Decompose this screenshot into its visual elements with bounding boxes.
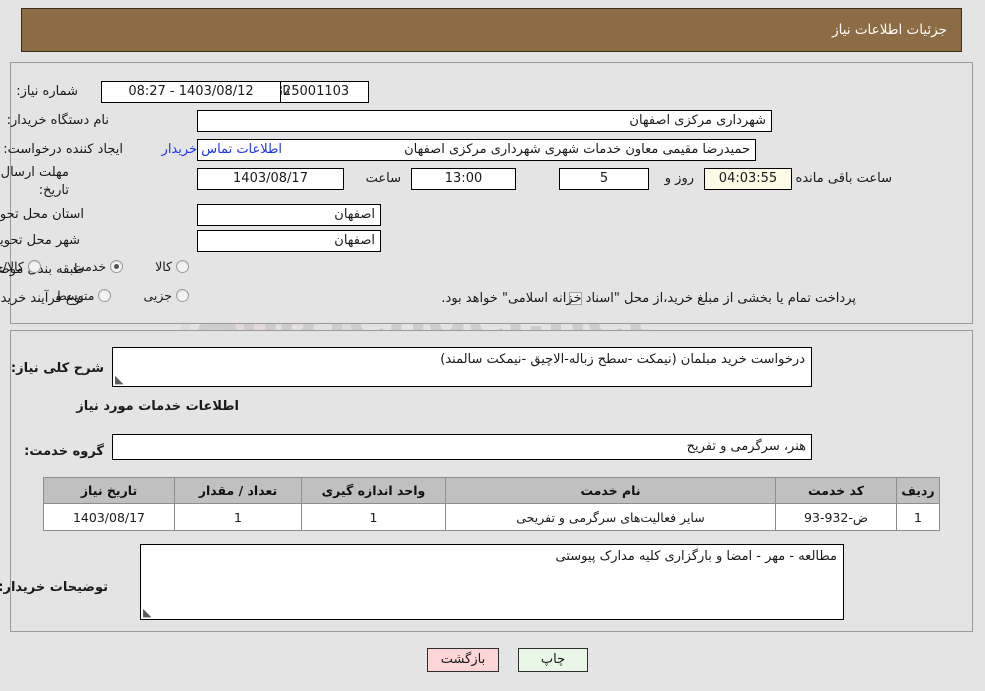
general-desc-value: درخواست خرید مبلمان (نیمکت -سطح زباله-ال… — [441, 352, 806, 367]
need-number-label: شماره نیاز: — [17, 84, 79, 99]
col-service-code: کد خدمت — [776, 477, 898, 504]
province-label: استان محل تحویل: — [0, 207, 85, 222]
cell-unit: 1 — [302, 503, 447, 531]
hour-label: ساعت — [366, 171, 402, 186]
radio-unselected-icon — [28, 260, 42, 273]
process-type-radio-group[interactable]: جزیی متوسط — [30, 288, 190, 303]
general-desc-textarea[interactable]: درخواست خرید مبلمان (نیمکت -سطح زباله-ال… — [113, 347, 813, 387]
category-radio-khedmat[interactable]: خدمت — [74, 259, 125, 274]
city-value: اصفهان — [198, 230, 382, 252]
province-value: اصفهان — [198, 204, 382, 226]
buyer-notes-textarea[interactable]: مطالعه - مهر - امضا و بارگزاری کلیه مدار… — [141, 544, 845, 620]
resize-grip-icon[interactable]: ◢ — [116, 373, 126, 386]
radio-selected-icon — [111, 260, 125, 273]
cell-need-date: 1403/08/17 — [44, 503, 176, 531]
col-service-name: نام خدمت — [446, 477, 777, 504]
public-announce-value: 1403/08/12 - 08:27 — [102, 81, 282, 103]
countdown-suffix-label: ساعت باقی مانده — [796, 171, 893, 186]
radio-unselected-icon — [99, 289, 113, 302]
deadline-label-line1: مهلت ارسال پاسخ: تا — [0, 165, 70, 180]
buyer-contact-link[interactable]: اطلاعات تماس خریدار — [163, 142, 283, 157]
days-suffix-label: روز و — [665, 171, 695, 186]
process-radio-jozei[interactable]: جزیی — [144, 288, 190, 303]
cell-quantity: 1 — [175, 503, 303, 531]
buyer-notes-label: توضیحات خریدار: — [0, 580, 109, 595]
deadline-date-value: 1403/08/17 — [198, 168, 345, 190]
col-unit: واحد اندازه گیری — [302, 477, 447, 504]
cell-radif: 1 — [897, 503, 941, 531]
process-radio-motevaset[interactable]: متوسط — [56, 288, 113, 303]
category-radio-kala[interactable]: کالا — [156, 259, 190, 274]
col-radif: ردیف — [897, 477, 941, 504]
city-label: شهر محل تحویل: — [0, 233, 81, 248]
service-group-label: گروه خدمت: — [25, 444, 105, 459]
back-button[interactable]: بازگشت — [428, 648, 500, 672]
cell-service-code: ض-932-93 — [776, 503, 898, 531]
services-section-title: اطلاعات خدمات مورد نیاز — [77, 399, 240, 414]
deadline-label-line2: تاریخ: — [39, 183, 70, 198]
days-remaining-value: 5 — [560, 168, 650, 190]
service-group-value: هنر، سرگرمی و تفریح — [113, 434, 813, 460]
hour-value: 13:00 — [412, 168, 517, 190]
page-header: جزئیات اطلاعات نیاز — [22, 8, 963, 52]
general-desc-label: شرح کلی نیاز: — [11, 361, 105, 376]
print-button[interactable]: چاپ — [519, 648, 589, 672]
col-quantity: تعداد / مقدار — [175, 477, 303, 504]
col-need-date: تاریخ نیاز — [44, 477, 176, 504]
category-radio-group[interactable]: کالا خدمت کالا/خدمت — [0, 259, 190, 274]
resize-grip-icon[interactable]: ◢ — [144, 606, 154, 619]
category-radio-kala-khedmat[interactable]: کالا/خدمت — [0, 259, 42, 274]
services-table: ردیف کد خدمت نام خدمت واحد اندازه گیری ت… — [44, 477, 941, 531]
treasury-docs-note: پرداخت تمام یا بخشی از مبلغ خرید،از محل … — [442, 291, 857, 306]
cell-service-name: سایر فعالیت‌های سرگرمی و تفریحی — [446, 503, 777, 531]
radio-unselected-icon — [177, 289, 190, 302]
countdown-value: 04:03:55 — [705, 168, 793, 190]
request-creator-label: ایجاد کننده درخواست: — [4, 142, 124, 157]
table-row: 1 ض-932-93 سایر فعالیت‌های سرگرمی و تفری… — [44, 503, 941, 531]
buyer-notes-value: مطالعه - مهر - امضا و بارگزاری کلیه مدار… — [556, 549, 838, 564]
buyer-org-value: شهرداری مرکزی اصفهان — [198, 110, 773, 132]
buyer-org-label: نام دستگاه خریدار: — [7, 113, 110, 128]
radio-unselected-icon — [177, 260, 190, 273]
page-title: جزئیات اطلاعات نیاز — [833, 22, 948, 38]
table-header-row: ردیف کد خدمت نام خدمت واحد اندازه گیری ت… — [44, 477, 941, 504]
